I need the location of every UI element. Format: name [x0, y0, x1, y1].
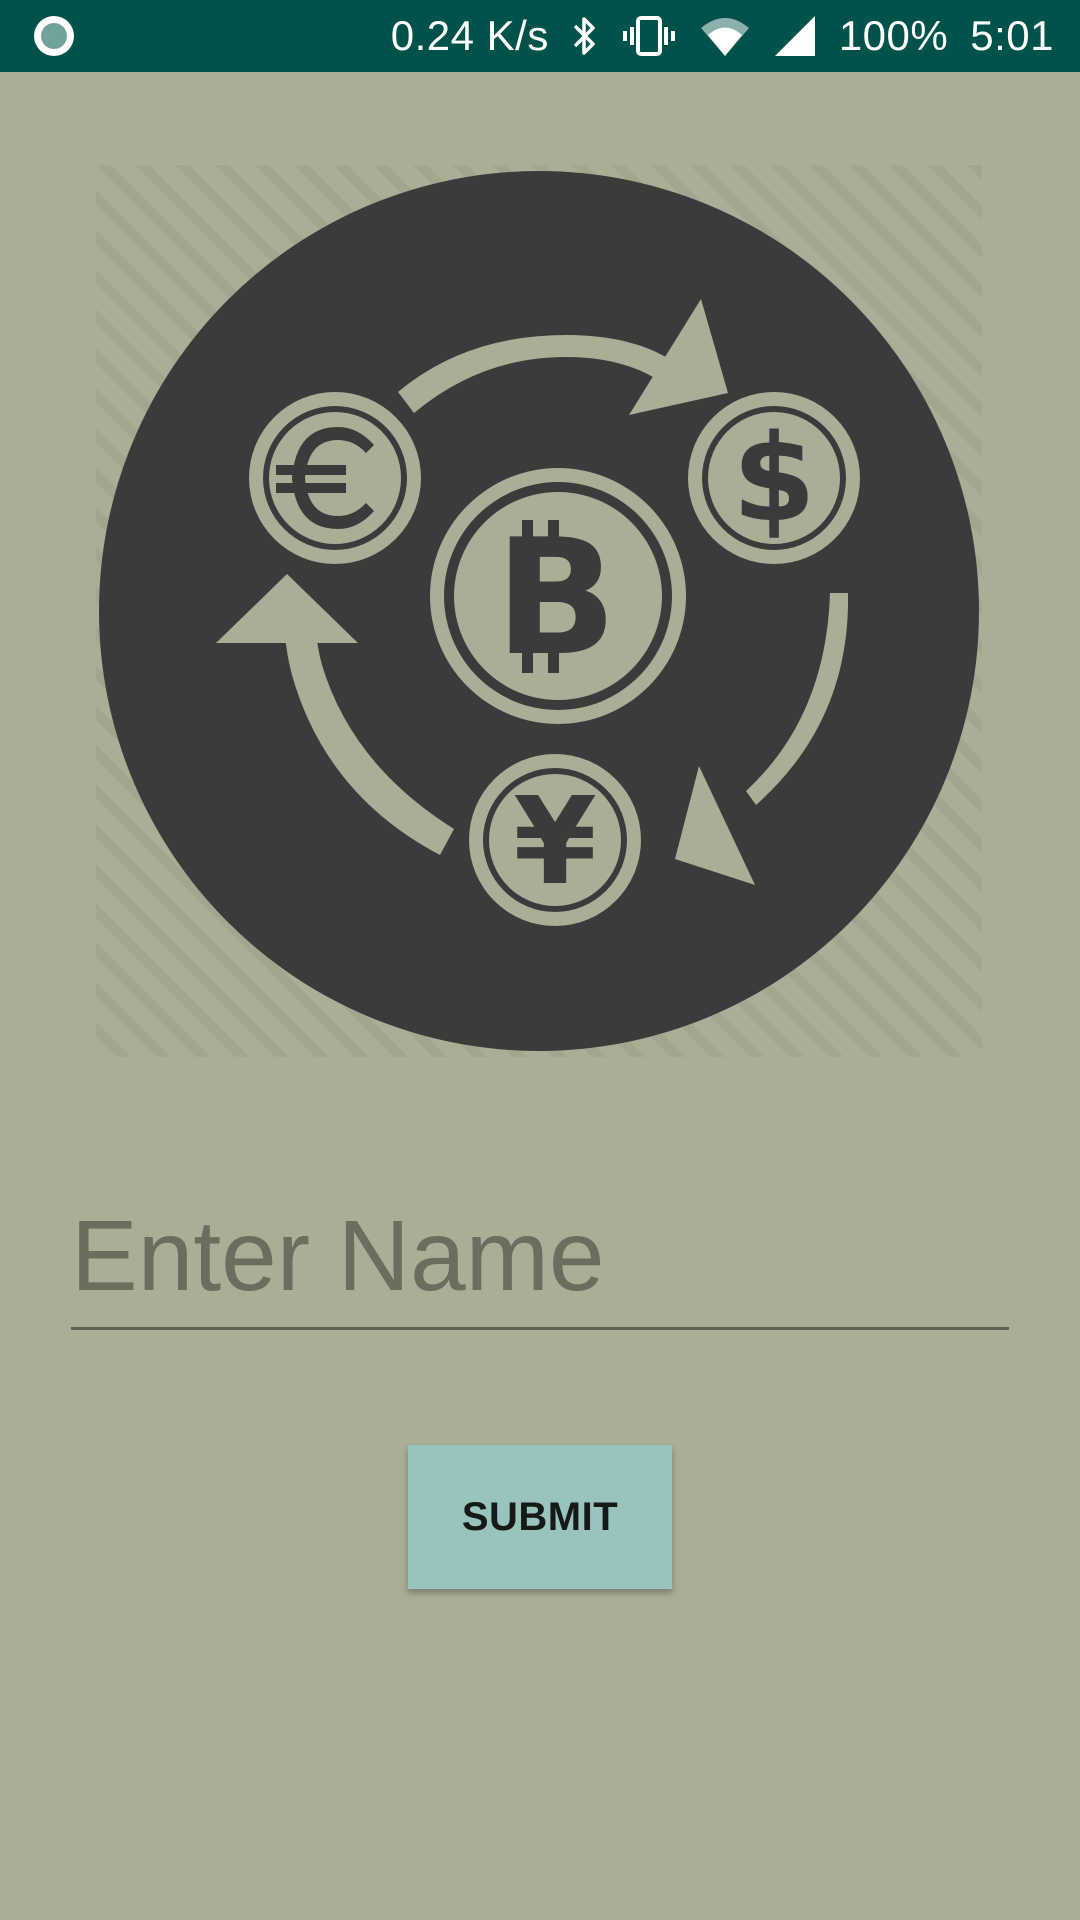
name-field	[71, 1196, 1009, 1330]
clock: 5:01	[970, 12, 1054, 59]
currency-exchange-logo: $ B ¥	[96, 165, 982, 1057]
bluetooth-icon	[571, 14, 599, 58]
status-bar: 0.24 K/s 100% 5:01	[0, 0, 1080, 72]
network-speed: 0.24 K/s	[390, 12, 549, 59]
submit-button[interactable]: SUBMIT	[408, 1445, 672, 1589]
cell-signal-icon	[773, 14, 817, 58]
vibrate-icon	[621, 14, 677, 58]
svg-text:¥: ¥	[513, 773, 597, 912]
bitcoin-coin-icon: B	[430, 468, 686, 724]
yen-coin-icon: ¥	[469, 754, 641, 926]
app-notification-icon	[32, 14, 76, 58]
svg-text:$: $	[732, 410, 816, 549]
name-input[interactable]	[71, 1196, 1009, 1316]
battery-percent: 100%	[838, 12, 949, 59]
dollar-coin-icon: $	[688, 392, 860, 564]
euro-coin-icon	[249, 392, 421, 564]
wifi-icon	[699, 14, 751, 58]
